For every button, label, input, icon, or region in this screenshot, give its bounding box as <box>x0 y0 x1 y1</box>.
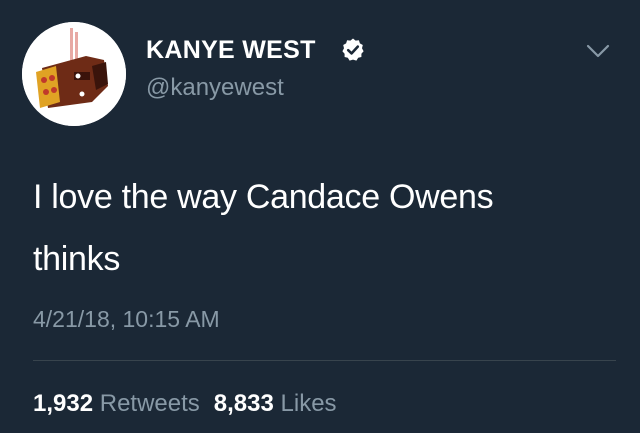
tweet-text: I love the way Candace Owens thinks <box>33 166 593 290</box>
likes-stat[interactable]: 8,833 Likes <box>214 390 337 417</box>
author-avatar[interactable] <box>22 22 126 126</box>
retweets-label: Retweets <box>99 390 200 417</box>
avatar-image <box>22 22 126 126</box>
author-display-name[interactable]: KANYE WEST <box>146 36 316 65</box>
tweet-text-line: I love the way Candace Owens <box>33 178 494 216</box>
retweets-stat[interactable]: 1,932 Retweets <box>33 390 200 417</box>
likes-label: Likes <box>280 390 337 417</box>
verified-badge-icon <box>342 38 364 61</box>
author-handle[interactable]: @kanyewest <box>146 74 284 102</box>
retweets-count: 1,932 <box>33 390 94 417</box>
divider <box>33 360 616 361</box>
tweet-text-line: thinks <box>33 240 121 278</box>
tweet-stats: 1,932 Retweets 8,833 Likes <box>33 390 337 418</box>
chevron-down-icon[interactable] <box>585 42 611 60</box>
tweet-timestamp[interactable]: 4/21/18, 10:15 AM <box>33 306 220 333</box>
likes-count: 8,833 <box>213 390 274 417</box>
